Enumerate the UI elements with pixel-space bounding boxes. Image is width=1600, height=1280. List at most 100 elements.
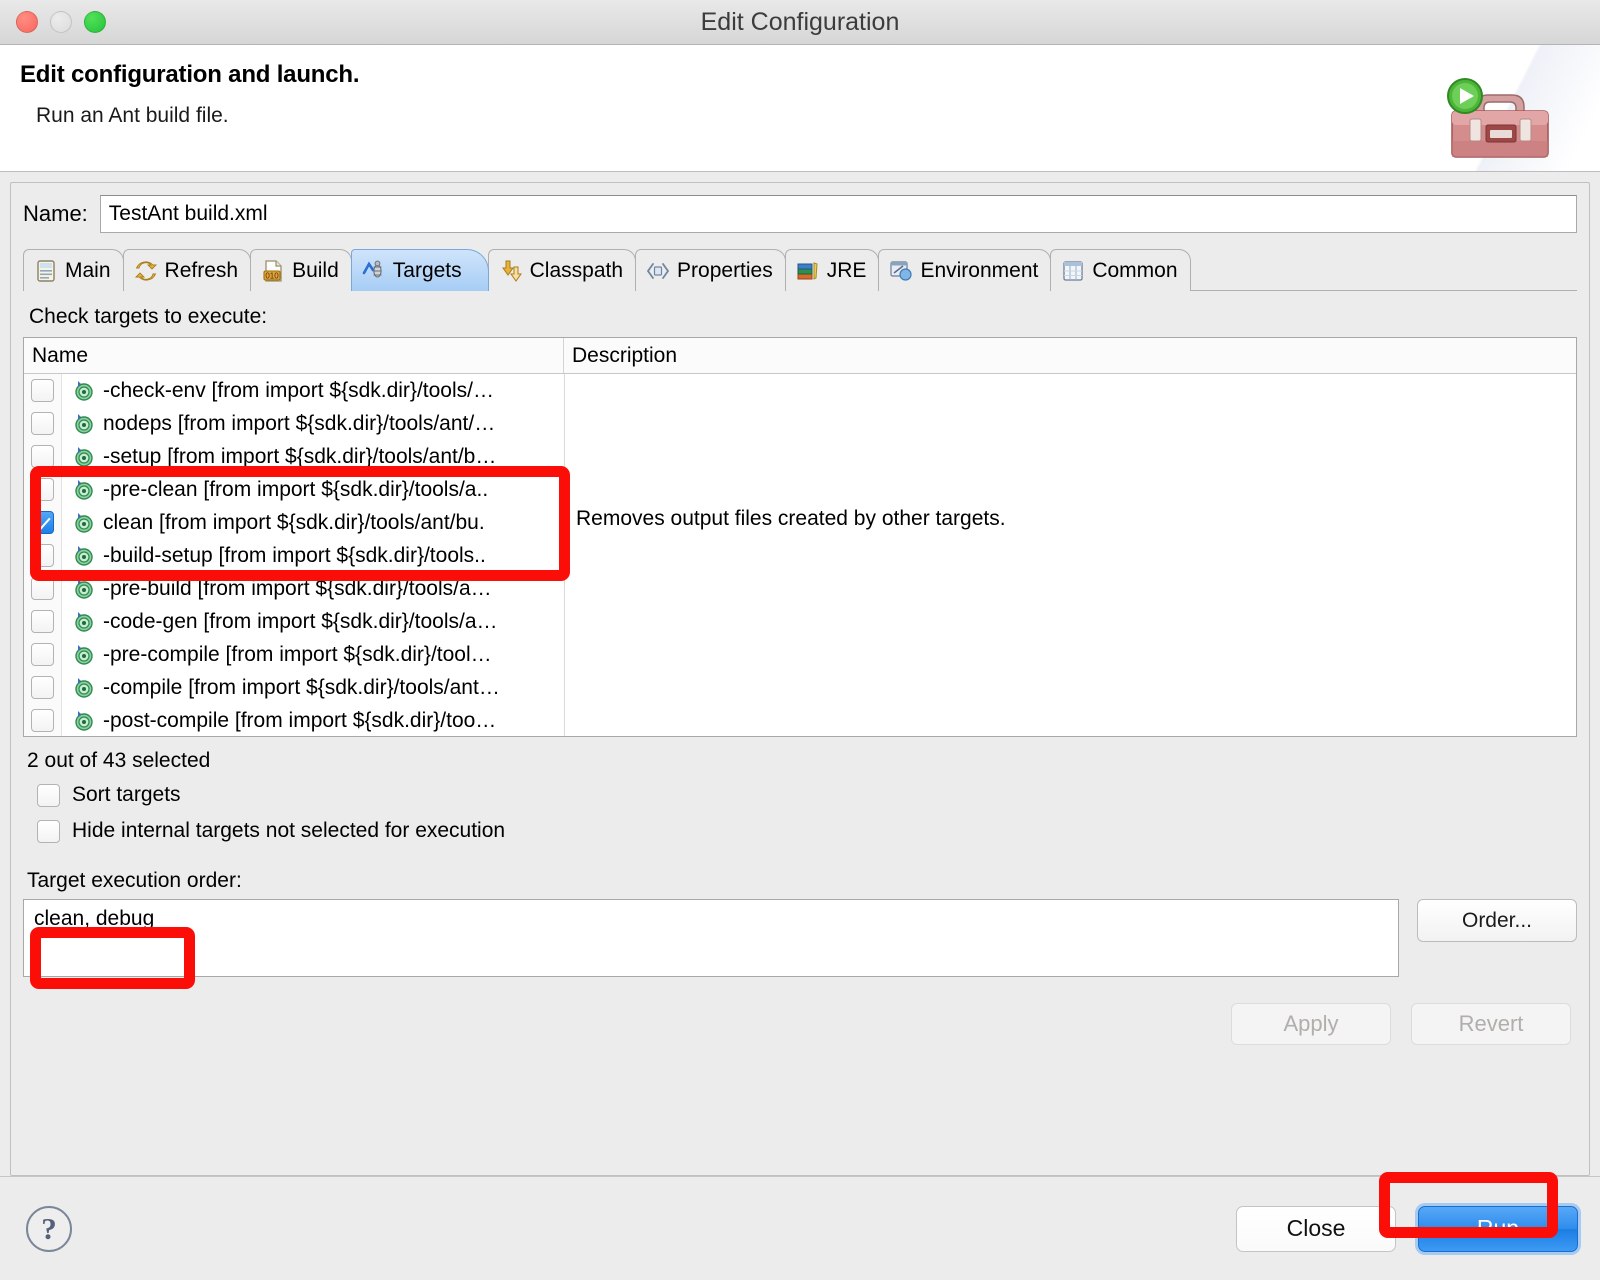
revert-button[interactable]: Revert	[1411, 1003, 1571, 1045]
row-checkbox-cell[interactable]	[24, 440, 62, 473]
table-row[interactable]: -pre-build [from import ${sdk.dir}/tools…	[24, 572, 1576, 605]
row-checkbox-cell[interactable]	[24, 473, 62, 506]
help-icon[interactable]: ?	[26, 1205, 72, 1252]
banner-title: Edit configuration and launch.	[20, 61, 360, 88]
hide-internal-targets-option[interactable]: Hide internal targets not selected for e…	[37, 819, 1577, 843]
row-checkbox-cell[interactable]	[24, 374, 62, 407]
targets-table-header: Name Description	[24, 338, 1576, 374]
target-name: -pre-compile [from import ${sdk.dir}/too…	[103, 642, 492, 666]
targets-table[interactable]: Name Description -check-env [from import…	[23, 337, 1577, 737]
table-row[interactable]: -pre-clean [from import ${sdk.dir}/tools…	[24, 473, 1576, 506]
tab-jre-label: JRE	[826, 258, 867, 282]
table-row[interactable]: -build-setup [from import ${sdk.dir}/too…	[24, 539, 1576, 572]
hide-internal-targets-checkbox[interactable]	[37, 819, 60, 843]
window-title: Edit Configuration	[700, 7, 900, 36]
row-name-cell: -pre-build [from import ${sdk.dir}/tools…	[62, 577, 564, 601]
ant-target-icon	[72, 709, 96, 733]
tab-classpath-label: Classpath	[529, 258, 624, 282]
row-checkbox-cell[interactable]	[24, 704, 62, 736]
column-header-name[interactable]: Name	[24, 338, 564, 373]
tab-environment[interactable]: Environment	[878, 249, 1052, 291]
ant-target-icon	[72, 643, 96, 667]
tab-refresh[interactable]: Refresh	[122, 249, 252, 291]
table-row[interactable]: -compile [from import ${sdk.dir}/tools/a…	[24, 671, 1576, 704]
row-name-cell: -post-compile [from import ${sdk.dir}/to…	[62, 709, 564, 733]
row-checkbox-cell[interactable]	[24, 638, 62, 671]
table-row[interactable]: nodeps [from import ${sdk.dir}/tools/ant…	[24, 407, 1576, 440]
jre-books-icon	[796, 259, 820, 283]
selection-count: 2 out of 43 selected	[27, 749, 211, 772]
target-checkbox[interactable]	[31, 379, 54, 402]
table-row[interactable]: -pre-compile [from import ${sdk.dir}/too…	[24, 638, 1576, 671]
target-checkbox-checked[interactable]	[31, 511, 54, 534]
tab-properties-label: Properties	[677, 258, 773, 282]
target-checkbox[interactable]	[31, 676, 54, 699]
apply-button[interactable]: Apply	[1231, 1003, 1391, 1045]
tab-main[interactable]: Main	[23, 249, 124, 291]
maximize-window-button[interactable]	[84, 11, 106, 33]
tab-main-label: Main	[65, 258, 111, 282]
tab-targets-label: Targets	[392, 258, 462, 282]
sort-targets-checkbox[interactable]	[37, 783, 60, 807]
close-window-button[interactable]	[16, 11, 38, 33]
target-name: -post-compile [from import ${sdk.dir}/to…	[103, 708, 497, 732]
targets-tab-panel: Check targets to execute: Name Descripti…	[23, 290, 1577, 1175]
row-name-cell: -compile [from import ${sdk.dir}/tools/a…	[62, 676, 564, 700]
configuration-name-input[interactable]: TestAnt build.xml	[99, 195, 1577, 233]
target-checkbox[interactable]	[31, 709, 54, 732]
build-binary-icon: 010	[261, 259, 285, 283]
row-checkbox-cell[interactable]	[24, 572, 62, 605]
ant-target-icon	[72, 610, 96, 634]
target-name: -compile [from import ${sdk.dir}/tools/a…	[103, 675, 500, 699]
target-checkbox[interactable]	[31, 445, 54, 468]
run-button[interactable]: Run	[1418, 1205, 1578, 1252]
ant-target-icon	[72, 478, 96, 502]
sort-targets-option[interactable]: Sort targets	[37, 783, 1577, 807]
hide-internal-targets-label: Hide internal targets not selected for e…	[72, 819, 506, 842]
ant-target-icon	[72, 577, 96, 601]
dialog-footer: ? Close Run	[0, 1176, 1600, 1280]
tab-classpath[interactable]: Classpath	[487, 249, 637, 291]
ant-target-icon	[72, 511, 96, 535]
table-row[interactable]: -check-env [from import ${sdk.dir}/tools…	[24, 374, 1576, 407]
tab-common[interactable]: Common	[1050, 249, 1191, 291]
tab-targets[interactable]: Targets	[350, 249, 489, 291]
target-execution-order-field[interactable]: clean, debug	[23, 899, 1399, 977]
target-checkbox[interactable]	[31, 478, 54, 501]
tab-properties[interactable]: Properties	[635, 249, 786, 291]
tab-build[interactable]: 010 Build	[250, 249, 352, 291]
row-name-cell: nodeps [from import ${sdk.dir}/tools/ant…	[62, 412, 564, 436]
row-checkbox-cell[interactable]	[24, 671, 62, 704]
column-header-description[interactable]: Description	[564, 338, 1576, 373]
table-row[interactable]: -post-compile [from import ${sdk.dir}/to…	[24, 704, 1576, 736]
check-targets-label: Check targets to execute:	[29, 305, 268, 328]
row-checkbox-cell[interactable]	[24, 605, 62, 638]
target-name: -code-gen [from import ${sdk.dir}/tools/…	[103, 609, 498, 633]
target-checkbox[interactable]	[31, 643, 54, 666]
window-controls	[16, 11, 106, 33]
tab-jre[interactable]: JRE	[784, 249, 880, 291]
sort-targets-label: Sort targets	[72, 783, 181, 806]
target-name: clean [from import ${sdk.dir}/tools/ant/…	[103, 510, 485, 534]
row-name-cell: -setup [from import ${sdk.dir}/tools/ant…	[62, 445, 564, 469]
ant-target-icon	[72, 412, 96, 436]
row-checkbox-cell[interactable]	[24, 407, 62, 440]
table-row[interactable]: -code-gen [from import ${sdk.dir}/tools/…	[24, 605, 1576, 638]
row-checkbox-cell[interactable]	[24, 539, 62, 572]
target-checkbox[interactable]	[31, 544, 54, 567]
target-checkbox[interactable]	[31, 412, 54, 435]
order-button[interactable]: Order...	[1417, 899, 1577, 942]
banner-subtitle: Run an Ant build file.	[36, 104, 229, 127]
tab-build-label: Build	[292, 258, 339, 282]
target-name: -pre-clean [from import ${sdk.dir}/tools…	[103, 477, 489, 501]
targets-table-body: -check-env [from import ${sdk.dir}/tools…	[24, 374, 1576, 736]
row-checkbox-cell[interactable]	[24, 506, 62, 539]
main-document-icon	[34, 259, 58, 283]
minimize-window-button[interactable]	[50, 11, 72, 33]
target-checkbox[interactable]	[31, 577, 54, 600]
row-name-cell: -build-setup [from import ${sdk.dir}/too…	[62, 544, 564, 568]
close-button[interactable]: Close	[1236, 1205, 1396, 1252]
target-checkbox[interactable]	[31, 610, 54, 633]
environment-icon	[889, 259, 913, 283]
table-row[interactable]: -setup [from import ${sdk.dir}/tools/ant…	[24, 440, 1576, 473]
